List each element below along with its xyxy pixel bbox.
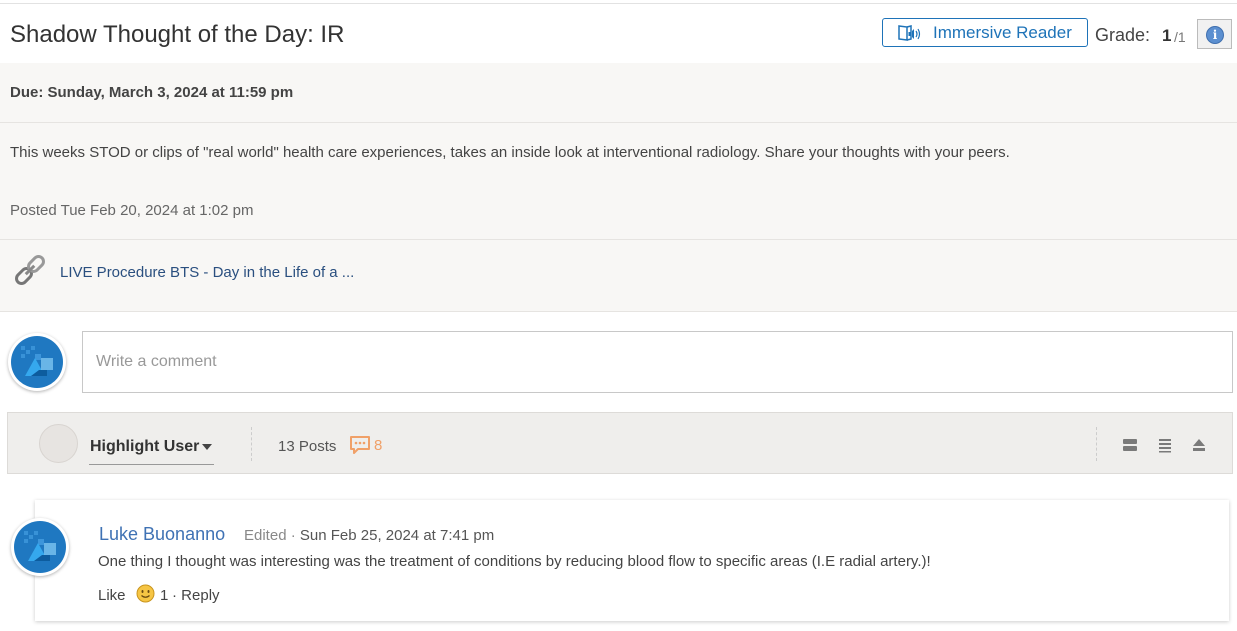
page-title: Shadow Thought of the Day: IR [10, 21, 345, 48]
immersive-reader-icon [898, 25, 921, 41]
reply-label[interactable]: Reply [181, 587, 219, 604]
post-body: One thing I thought was interesting was … [98, 553, 931, 570]
immersive-reader-label: Immersive Reader [933, 23, 1072, 42]
post-date: Sun Feb 25, 2024 at 7:41 pm [299, 527, 495, 544]
page-header: Shadow Thought of the Day: IR Immersive … [0, 4, 1237, 63]
divider [0, 239, 1237, 240]
comment-input[interactable] [82, 331, 1233, 393]
like-button[interactable]: Like [98, 587, 126, 604]
assignment-description: This weeks STOD or clips of "real world"… [10, 144, 1010, 161]
current-user-avatar [8, 333, 66, 391]
divider [0, 122, 1237, 123]
unread-count[interactable]: 8 [374, 437, 382, 454]
posts-count: 13 Posts [278, 438, 337, 455]
expanded-view-icon[interactable] [1122, 437, 1138, 453]
posted-date: Posted Tue Feb 20, 2024 at 1:02 pm [10, 202, 254, 219]
chevron-down-icon[interactable] [202, 444, 212, 450]
post-author-name[interactable]: Luke Buonanno [99, 524, 225, 545]
info-button[interactable]: i [1197, 19, 1232, 49]
discussion-toolbar: Highlight User 13 Posts 8 [7, 412, 1233, 474]
dropdown-underline [89, 464, 214, 465]
edited-label: Edited [244, 527, 287, 544]
due-date: Due: Sunday, March 3, 2024 at 11:59 pm [10, 84, 294, 101]
list-view-icon[interactable] [1157, 437, 1173, 453]
like-count: 1 [160, 587, 169, 604]
grade-max: /1 [1174, 29, 1186, 45]
immersive-reader-button[interactable]: Immersive Reader [882, 18, 1088, 47]
grade-label: Grade: [1095, 25, 1151, 45]
post-meta: Edited · Sun Feb 25, 2024 at 7:41 pm [244, 527, 495, 544]
post-author-avatar[interactable] [11, 518, 69, 576]
unread-comments-icon[interactable] [349, 435, 371, 455]
info-icon: i [1206, 26, 1224, 44]
smiley-icon [136, 584, 155, 603]
highlight-user-avatar [39, 424, 78, 463]
grade-value: 1 [1162, 26, 1172, 45]
divider [0, 311, 1237, 312]
collapse-view-icon[interactable] [1191, 437, 1207, 453]
reply-button[interactable]: · Reply [172, 587, 220, 604]
highlight-user-dropdown[interactable]: Highlight User [90, 438, 199, 456]
toolbar-divider [251, 427, 252, 461]
attached-link[interactable]: LIVE Procedure BTS - Day in the Life of … [60, 264, 354, 281]
toolbar-divider [1096, 427, 1097, 461]
chain-link-icon [15, 255, 45, 285]
